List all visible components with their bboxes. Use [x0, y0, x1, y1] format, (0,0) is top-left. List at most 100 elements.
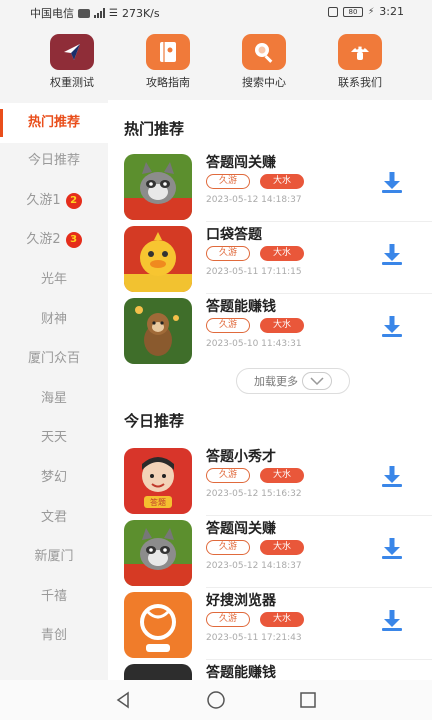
browser-app-icon: [124, 592, 192, 658]
reward-tag: 大水: [260, 540, 304, 555]
sidebar-item-label: 热门推荐: [27, 115, 80, 130]
sidebar-item-tiantian[interactable]: 天天: [0, 418, 108, 458]
row-divider: [206, 587, 432, 588]
reward-tag: 大水: [260, 246, 304, 261]
sidebar-item-haixing[interactable]: 海星: [0, 379, 108, 419]
nav-label: 搜索中心: [242, 76, 286, 89]
app-name: 好搜浏览器: [206, 593, 276, 609]
app-name: 答题能赚钱: [206, 299, 276, 315]
sidebar-item-label: 天天: [40, 430, 67, 445]
download-icon[interactable]: [378, 240, 406, 268]
sidebar-item-today[interactable]: 今日推荐: [0, 141, 108, 181]
sidebar-item-guangnian[interactable]: 光年: [0, 260, 108, 300]
load-more-label: 加载更多: [254, 375, 298, 388]
nav-label: 权重测试: [50, 76, 94, 89]
app-name: 答题闯关赚: [206, 155, 276, 171]
back-triangle-icon[interactable]: [114, 690, 134, 710]
sidebar-item-label: 久游1: [26, 193, 61, 208]
reward-tag: 大水: [260, 612, 304, 627]
app-name: 答题闯关赚: [206, 521, 276, 537]
monkey-app-icon: [124, 298, 192, 364]
mute-icon: [327, 6, 338, 17]
compass-icon: [50, 34, 94, 70]
sidebar-item-label: 财神: [40, 312, 67, 327]
platform-tag: 久游: [206, 540, 250, 555]
chevron-down-icon: [302, 372, 332, 390]
home-circle-icon[interactable]: [206, 690, 226, 710]
network-speed: 273K/s: [121, 6, 160, 20]
reward-tag: 大水: [260, 318, 304, 333]
clock-time: 3:21: [379, 5, 404, 18]
download-icon[interactable]: [378, 462, 406, 490]
nav-weight-test[interactable]: 权重测试: [32, 34, 112, 90]
wifi-icon: ☰: [109, 7, 118, 19]
download-icon[interactable]: [378, 606, 406, 634]
sidebar-item-wenjun[interactable]: 文君: [0, 498, 108, 538]
battery-level: 80: [348, 7, 358, 16]
app-row[interactable]: 答题能赚钱 久游 大水 2023-05-10 11:43:31: [108, 296, 432, 366]
sidebar-item-label: 光年: [40, 272, 67, 287]
nav-label: 联系我们: [338, 76, 382, 89]
book-icon: [146, 34, 190, 70]
app-date: 2023-05-11 17:21:43: [206, 633, 302, 643]
nav-guide[interactable]: 攻略指南: [128, 34, 208, 90]
reward-tag: 大水: [260, 174, 304, 189]
scholar-app-icon: 答题: [124, 448, 192, 514]
category-sidebar: 热门推荐 今日推荐 久游1 2 久游2 3 光年 财神 厦门众百 海星 天天 梦幻 …: [0, 100, 108, 680]
section-title-hot: 热门推荐: [124, 120, 185, 138]
top-nav: 权重测试 攻略指南 搜索中心 联系我们: [0, 24, 432, 100]
app-row[interactable]: 答题 答题小秀才 久游 大水 2023-05-12 15:16:32: [108, 446, 432, 516]
row-divider: [206, 659, 432, 660]
sidebar-item-xiamen-zhongbai[interactable]: 厦门众百: [0, 339, 108, 379]
section-title-today: 今日推荐: [124, 412, 185, 430]
mushroom-icon: [338, 34, 382, 70]
magnifier-icon: [242, 34, 286, 70]
system-nav-bar: [0, 680, 432, 720]
app-name: 口袋答题: [206, 227, 262, 243]
app-name: 答题能赚钱: [206, 665, 276, 680]
sidebar-item-hot[interactable]: 热门推荐: [0, 103, 108, 143]
cell-signal-icon: [94, 8, 105, 18]
sidebar-item-label: 新厦门: [34, 549, 74, 564]
app-date: 2023-05-12 14:18:37: [206, 561, 302, 571]
app-list-panel: 热门推荐 答题闯关赚 久游 大水 2023-05-12 14:18:37 口袋答题…: [108, 100, 432, 680]
recents-square-icon[interactable]: [298, 690, 318, 710]
sidebar-item-label: 久游2: [26, 232, 61, 247]
sidebar-item-caishen[interactable]: 财神: [0, 300, 108, 340]
app-row[interactable]: 答题闯关赚 久游 大水 2023-05-12 14:18:37: [108, 518, 432, 588]
sidebar-item-menghuan[interactable]: 梦幻: [0, 458, 108, 498]
row-divider: [206, 293, 432, 294]
sidebar-item-label: 海星: [40, 391, 67, 406]
svg-text:答题: 答题: [150, 497, 166, 507]
download-icon[interactable]: [378, 312, 406, 340]
sidebar-item-jiuyou1[interactable]: 久游1 2: [0, 181, 108, 221]
nav-contact[interactable]: 联系我们: [320, 34, 400, 90]
status-bar: 中国电信 ☰ 273K/s 80 ⚡ 3:21: [0, 0, 432, 24]
app-row[interactable]: 口袋答题 久游 大水 2023-05-11 17:11:15: [108, 224, 432, 294]
app-row[interactable]: 答题能赚钱: [108, 662, 432, 680]
sidebar-item-qingchuang[interactable]: 青创: [0, 616, 108, 656]
app-row[interactable]: 答题闯关赚 久游 大水 2023-05-12 14:18:37: [108, 152, 432, 222]
sidebar-item-label: 千禧: [40, 589, 67, 604]
row-divider: [206, 221, 432, 222]
sidebar-item-label: 今日推荐: [27, 153, 80, 168]
app-name: 答题小秀才: [206, 449, 276, 465]
count-badge: 2: [65, 192, 82, 209]
duck-app-icon: [124, 226, 192, 292]
platform-tag: 久游: [206, 468, 250, 483]
nav-label: 攻略指南: [146, 76, 190, 89]
nav-search-center[interactable]: 搜索中心: [224, 34, 304, 90]
sidebar-item-label: 厦门众百: [27, 351, 80, 366]
sidebar-item-xin-xiamen[interactable]: 新厦门: [0, 537, 108, 577]
platform-tag: 久游: [206, 174, 250, 189]
sidebar-item-qianxi[interactable]: 千禧: [0, 577, 108, 617]
app-row[interactable]: 好搜浏览器 久游 大水 2023-05-11 17:21:43: [108, 590, 432, 660]
app-date: 2023-05-10 11:43:31: [206, 339, 302, 349]
count-badge: 3: [65, 231, 82, 248]
row-divider: [206, 515, 432, 516]
sidebar-item-jiuyou2[interactable]: 久游2 3: [0, 220, 108, 260]
load-more-button[interactable]: 加载更多: [236, 368, 350, 394]
download-icon[interactable]: [378, 168, 406, 196]
platform-tag: 久游: [206, 318, 250, 333]
download-icon[interactable]: [378, 534, 406, 562]
